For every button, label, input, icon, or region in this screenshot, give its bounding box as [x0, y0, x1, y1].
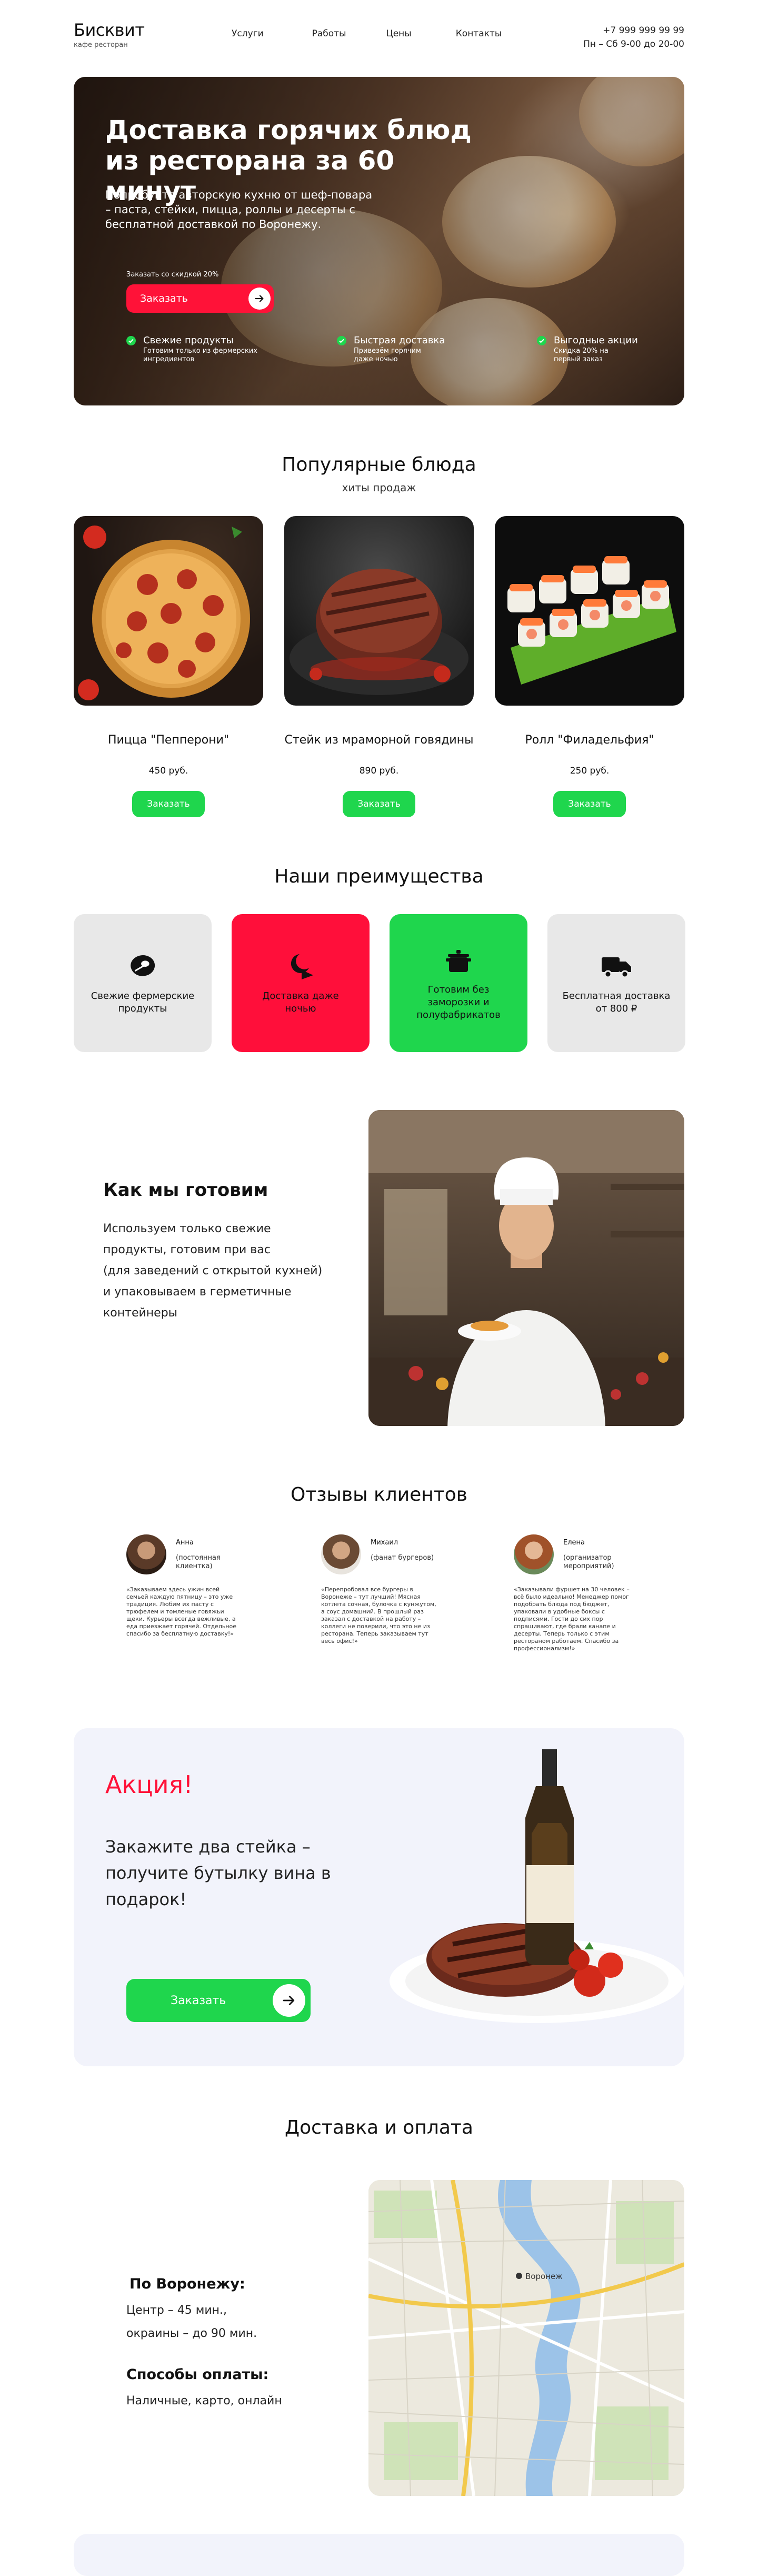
- arrow-right-icon: [248, 288, 271, 310]
- promo-section: Акция! Закажите два стейка – получите бу…: [74, 1728, 684, 2066]
- popular-title: Популярные блюда: [282, 454, 476, 475]
- steak-image: [284, 516, 474, 706]
- dish-card: Ролл "Филадельфия" 250 руб. Заказать: [495, 516, 684, 817]
- review-text: «Заказывали фуршет на 30 человек – всё б…: [514, 1586, 630, 1652]
- rolls-image: [495, 516, 684, 706]
- map-label-voronezh: Воронеж: [525, 2272, 563, 2281]
- order-rolls-button[interactable]: Заказать: [553, 791, 626, 817]
- payment-title: Способы оплаты:: [126, 2366, 269, 2383]
- dish-price: 890 руб.: [359, 766, 399, 776]
- order-steak-button[interactable]: Заказать: [343, 791, 415, 817]
- working-hours: Пн – Сб 9-00 до 20-00: [583, 39, 684, 49]
- logo-subtitle: кафе ресторан: [74, 41, 128, 49]
- cook-title: Как мы готовим: [103, 1180, 268, 1201]
- advantage-card-night: Доставка даже ночью: [232, 914, 370, 1052]
- feature-subtitle: Готовим только из фермерских ингредиенто…: [143, 347, 257, 363]
- dish-name: Ролл "Филадельфия": [525, 734, 654, 747]
- check-icon: [337, 336, 346, 345]
- reviewer-name: Елена: [563, 1539, 585, 1547]
- delivery-map[interactable]: Воронеж: [368, 2180, 684, 2496]
- advantages-title: Наши преимущества: [274, 866, 484, 887]
- steak-icon: [127, 951, 158, 983]
- avatar: [514, 1534, 554, 1574]
- advantage-label: Бесплатная доставка от 800 ₽: [562, 990, 671, 1014]
- review-card: Михаил (фанат бургеров) «Перепробовал вс…: [321, 1534, 437, 1645]
- nav-contacts[interactable]: Контакты: [456, 28, 502, 39]
- feature-item: Свежие продукты Готовим только из фермер…: [126, 335, 337, 364]
- promo-text: Закажите два стейка – получите бутылку в…: [105, 1837, 331, 1909]
- discount-note: Заказать со скидкой 20%: [126, 271, 219, 279]
- chef-image: [368, 1110, 684, 1426]
- logo-name: Бисквит: [74, 20, 145, 40]
- night-delivery-icon: [285, 951, 316, 983]
- dish-price: 250 руб.: [570, 766, 610, 776]
- delivery-title: Доставка и оплата: [285, 2117, 473, 2138]
- pizza-image: [74, 516, 263, 706]
- reviewer-name: Анна: [176, 1539, 194, 1547]
- main-nav: Услуги Работы Цены Контакты: [232, 28, 502, 39]
- phone-number[interactable]: +7 999 999 99 99: [583, 25, 684, 36]
- feature-title: Свежие продукты: [143, 335, 234, 346]
- dish-card: Стейк из мраморной говядины 890 руб. Зак…: [284, 516, 474, 817]
- header-contacts: +7 999 999 99 99 Пн – Сб 9-00 до 20-00: [583, 25, 684, 49]
- cook-text: Используем только свежие продукты, готов…: [103, 1222, 323, 1320]
- advantage-card-fresh: Свежие фермерские продукты: [74, 914, 212, 1052]
- advantage-card-free-delivery: Бесплатная доставка от 800 ₽: [547, 914, 685, 1052]
- arrow-right-icon: [273, 1984, 305, 2017]
- dish-name: Стейк из мраморной говядины: [284, 734, 474, 747]
- footer-card: [74, 2534, 684, 2576]
- feature-subtitle: Привезём горячим даже ночью: [354, 347, 421, 363]
- delivery-area-title: По Воронежу:: [129, 2276, 245, 2292]
- reviewer-role: (фанат бургеров): [371, 1554, 434, 1562]
- logo[interactable]: Бисквит кафе ресторан: [74, 20, 145, 49]
- reviewer-name: Михаил: [371, 1539, 398, 1547]
- dish-card: Пицца "Пепперони" 450 руб. Заказать: [74, 516, 263, 817]
- advantage-label: Свежие фермерские продукты: [91, 990, 195, 1014]
- delivery-area-text-1: Центр – 45 мин.,: [126, 2304, 227, 2317]
- steak-wine-image: [368, 1749, 684, 2044]
- feature-title: Выгодные акции: [554, 335, 638, 346]
- feature-subtitle: Скидка 20% на первый заказ: [554, 347, 609, 363]
- dish-price: 450 руб.: [148, 766, 188, 776]
- feature-item: Быстрая доставка Привезём горячим даже н…: [337, 335, 537, 364]
- nav-services[interactable]: Услуги: [232, 28, 264, 39]
- hero-features: Свежие продукты Готовим только из фермер…: [126, 335, 663, 364]
- pot-icon: [443, 945, 474, 976]
- hero-lead: Попробуйте авторскую кухню от шеф-повара…: [105, 189, 373, 231]
- review-card: Елена (организатор мероприятий) «Заказыв…: [514, 1534, 630, 1652]
- delivery-area-text-2: окраины – до 90 мин.: [126, 2327, 257, 2340]
- reviewer-role: (постоянная клиентка): [176, 1554, 221, 1570]
- check-icon: [126, 336, 136, 345]
- promo-order-label: Заказать: [171, 1994, 226, 2007]
- order-pizza-button[interactable]: Заказать: [132, 791, 205, 817]
- advantage-card-no-freeze: Готовим без заморозки и полуфабрикатов: [390, 914, 527, 1052]
- dish-name: Пицца "Пепперони": [108, 734, 229, 747]
- hero-order-label: Заказать: [140, 293, 188, 304]
- review-text: «Перепробовал все бургеры в Воронеже – т…: [321, 1586, 436, 1644]
- review-card: Анна (постоянная клиентка) «Заказываем з…: [126, 1534, 242, 1638]
- payment-text: Наличные, карто, онлайн: [126, 2394, 282, 2407]
- check-icon: [537, 336, 546, 345]
- hero-order-button[interactable]: Заказать: [126, 284, 274, 313]
- promo-title: Акция!: [105, 1770, 193, 1799]
- advantage-label: Готовим без заморозки и полуфабрикатов: [416, 984, 501, 1021]
- review-text: «Заказываем здесь ужин всей семьей кажду…: [126, 1586, 237, 1637]
- nav-works[interactable]: Работы: [312, 28, 346, 39]
- promo-order-button[interactable]: Заказать: [126, 1979, 311, 2022]
- hero-banner: Доставка горячих блюд из ресторана за 60…: [74, 77, 684, 405]
- feature-title: Быстрая доставка: [354, 335, 445, 346]
- reviews-title: Отзывы клиентов: [290, 1484, 467, 1505]
- advantage-label: Доставка даже ночью: [262, 990, 339, 1014]
- popular-subtitle: хиты продаж: [342, 481, 416, 494]
- nav-prices[interactable]: Цены: [386, 28, 412, 39]
- feature-item: Выгодные акции Скидка 20% на первый зака…: [537, 335, 663, 364]
- avatar: [321, 1534, 361, 1574]
- truck-icon: [601, 951, 632, 983]
- avatar: [126, 1534, 166, 1574]
- reviewer-role: (организатор мероприятий): [563, 1554, 614, 1570]
